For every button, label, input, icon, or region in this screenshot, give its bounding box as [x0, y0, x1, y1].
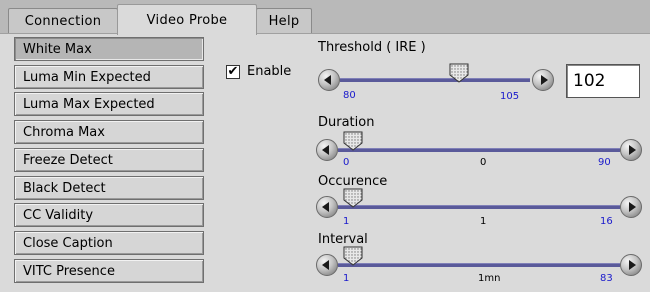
occurence-min-tick: 1 — [343, 216, 350, 227]
threshold-current-tick: 105 — [500, 91, 520, 102]
video-probe-window: Connection Video Probe Help White Max Lu… — [0, 0, 650, 292]
interval-min-tick: 1 — [343, 273, 350, 284]
enable-label: Enable — [247, 64, 292, 79]
enable-checkbox-row[interactable]: ✔ Enable — [226, 64, 291, 79]
threshold-value-input[interactable]: 102 — [566, 64, 640, 98]
duration-thumb[interactable] — [342, 130, 364, 152]
probe-item-close-caption[interactable]: Close Caption — [14, 231, 204, 255]
probe-item-vitc-presence[interactable]: VITC Presence — [14, 259, 204, 283]
tab-strip: Connection Video Probe Help — [0, 0, 650, 35]
enable-checkbox[interactable]: ✔ — [226, 63, 240, 79]
arrow-right-icon — [629, 145, 636, 155]
probe-item-chroma-max[interactable]: Chroma Max — [14, 120, 204, 144]
occurence-decrement-button[interactable] — [316, 196, 338, 218]
probe-item-luma-max-expected[interactable]: Luma Max Expected — [14, 92, 204, 116]
duration-label: Duration — [318, 115, 375, 130]
occurence-thumb[interactable] — [342, 187, 364, 209]
tab-help-label: Help — [268, 14, 300, 29]
occurence-increment-button[interactable] — [620, 196, 642, 218]
occurence-track — [338, 205, 620, 209]
probe-item-white-max[interactable]: White Max — [14, 37, 204, 61]
arrow-left-icon — [322, 145, 329, 155]
threshold-thumb[interactable] — [448, 62, 470, 84]
threshold-min-tick: 80 — [343, 90, 356, 101]
arrow-left-icon — [322, 260, 329, 270]
tab-video-probe[interactable]: Video Probe — [117, 4, 257, 35]
arrow-right-icon — [629, 202, 636, 212]
interval-decrement-button[interactable] — [316, 254, 338, 276]
probe-item-black-detect[interactable]: Black Detect — [14, 176, 204, 200]
threshold-increment-button[interactable] — [532, 69, 554, 91]
duration-track — [338, 148, 620, 152]
duration-increment-button[interactable] — [620, 139, 642, 161]
interval-max-tick: 83 — [600, 273, 613, 284]
probe-item-luma-min-expected[interactable]: Luma Min Expected — [14, 65, 204, 89]
interval-thumb[interactable] — [342, 245, 364, 267]
probe-item-label: Chroma Max — [23, 124, 105, 140]
probe-item-label: White Max — [23, 41, 92, 57]
tab-connection-label: Connection — [24, 14, 102, 29]
interval-increment-button[interactable] — [620, 254, 642, 276]
threshold-decrement-button[interactable] — [318, 69, 340, 91]
probe-item-label: VITC Presence — [23, 263, 115, 279]
probe-item-label: Black Detect — [23, 180, 106, 196]
threshold-track — [340, 78, 530, 82]
probe-item-label: CC Validity — [23, 207, 94, 223]
arrow-right-icon — [629, 260, 636, 270]
probe-item-label: Luma Max Expected — [23, 96, 155, 112]
probe-item-label: Close Caption — [23, 235, 113, 251]
probe-item-label: Luma Min Expected — [23, 69, 151, 85]
probe-item-freeze-detect[interactable]: Freeze Detect — [14, 148, 204, 172]
tab-help[interactable]: Help — [256, 8, 312, 34]
probe-item-label: Freeze Detect — [23, 152, 113, 168]
duration-decrement-button[interactable] — [316, 139, 338, 161]
interval-track — [338, 263, 620, 267]
interval-current-tick: 1mn — [478, 273, 501, 284]
duration-min-tick: 0 — [343, 157, 350, 168]
duration-current-tick: 0 — [480, 157, 487, 168]
arrow-left-icon — [322, 202, 329, 212]
arrow-right-icon — [541, 75, 548, 85]
occurence-current-tick: 1 — [480, 216, 487, 227]
tab-video-probe-label: Video Probe — [146, 12, 228, 28]
check-mark-icon: ✔ — [227, 63, 239, 79]
occurence-max-tick: 16 — [600, 216, 613, 227]
threshold-label: Threshold ( IRE ) — [318, 40, 426, 55]
probe-item-cc-validity[interactable]: CC Validity — [14, 203, 204, 227]
duration-max-tick: 90 — [598, 157, 611, 168]
tab-connection[interactable]: Connection — [8, 8, 118, 34]
arrow-left-icon — [324, 75, 331, 85]
